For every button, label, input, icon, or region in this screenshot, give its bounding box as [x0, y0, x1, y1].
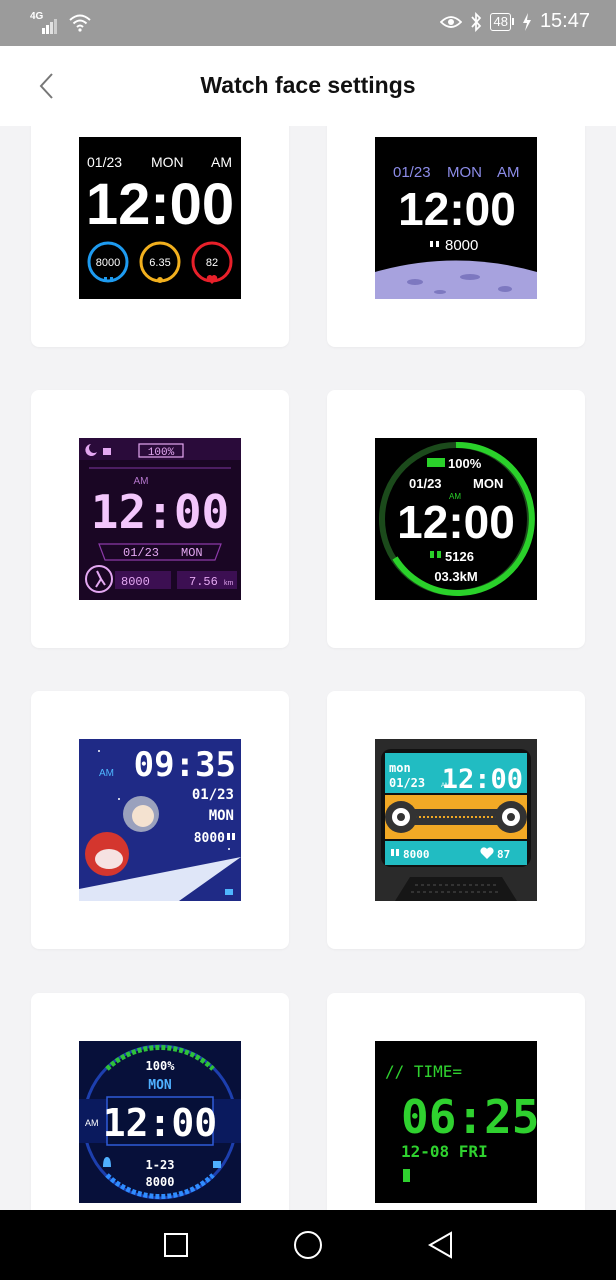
lock-icon — [103, 448, 111, 455]
face-distance: 03.3kM — [434, 569, 477, 584]
face-date: 01/23 — [123, 546, 159, 560]
face-time: 12:00 — [398, 183, 516, 235]
face-ampm: AM — [99, 768, 114, 779]
watch-face-card[interactable]: 100% MON AM 12:00 1-23 8000 — [31, 993, 289, 1210]
charging-icon — [522, 12, 531, 31]
watch-face-card[interactable]: // TIME= 06:25 12-08 FRI — [327, 993, 585, 1210]
face-day: mon — [389, 761, 411, 775]
face-date: 01/23 — [409, 476, 442, 491]
footprint-icon — [430, 551, 441, 558]
system-nav-bar — [0, 1210, 616, 1280]
face-steps: 8000 — [146, 1175, 175, 1189]
square-icon — [164, 1233, 188, 1257]
face-date: 01/23 — [87, 154, 122, 170]
face-ampm: AM — [85, 1118, 99, 1128]
heart-icon — [206, 275, 218, 284]
face-battery: 100% — [146, 1059, 176, 1073]
watch-face-card[interactable]: mon 01/23 AM 12:00 8000 87 — [327, 691, 585, 949]
location-icon — [157, 277, 163, 283]
lock-icon — [225, 889, 233, 895]
face-date: 1-23 — [146, 1158, 175, 1172]
watch-face-card[interactable]: 01/23 MON AM 12:00 8000 6.35 82 — [31, 126, 289, 347]
face-date: 01/23 — [192, 787, 234, 803]
face-label: // TIME= — [385, 1062, 462, 1081]
face-ampm: AM — [497, 164, 520, 181]
face-distance: 7.56 — [189, 575, 218, 589]
watch-face-card[interactable]: 100% 01/23 MON AM 12:00 5126 03.3kM — [327, 390, 585, 648]
moon-surface — [375, 260, 537, 299]
face-time: 12:00 — [103, 1101, 217, 1145]
circle-icon — [294, 1231, 322, 1259]
recents-button[interactable] — [156, 1225, 196, 1265]
app-header: Watch face settings — [0, 46, 616, 126]
face-steps: 8000 — [445, 237, 478, 254]
face-date: 01/23 — [389, 776, 425, 790]
lock-icon — [213, 1161, 221, 1168]
watch-face-card[interactable]: 01/23 MON AM 12:00 8000 — [327, 126, 585, 347]
face-day: MON — [151, 154, 184, 170]
status-bar: 4G 48 15:47 — [0, 0, 616, 46]
home-button[interactable] — [288, 1225, 328, 1265]
face-time: 12:00 — [91, 485, 229, 539]
battery-indicator: 48 — [490, 12, 514, 31]
watch-face-card[interactable]: 100% AM 12:00 01/23 MON 8000 7.56 km — [31, 390, 289, 648]
network-type: 4G — [30, 11, 44, 22]
face-battery: 100% — [148, 447, 175, 459]
face-steps: 8000 — [194, 831, 225, 846]
face-time: 12:00 — [397, 496, 515, 548]
system-back-button[interactable] — [420, 1225, 460, 1265]
watch-face-preview: 100% 01/23 MON AM 12:00 5126 03.3kM — [375, 438, 537, 600]
face-steps: 8000 — [403, 848, 430, 861]
face-time: 09:35 — [134, 745, 236, 785]
face-ampm: AM — [211, 154, 232, 170]
watch-face-preview: mon 01/23 AM 12:00 8000 87 — [375, 739, 537, 901]
face-time: 06:25 — [401, 1090, 537, 1144]
bluetooth-icon — [471, 11, 482, 32]
watch-face-preview: 100% MON AM 12:00 1-23 8000 — [79, 1041, 241, 1203]
cell-signal-icon: 4G — [30, 12, 58, 34]
face-day: MON — [209, 808, 234, 824]
battery-level: 48 — [490, 12, 511, 31]
face-time: 12:00 — [86, 172, 234, 237]
face-heart: 82 — [206, 257, 218, 269]
face-battery: 100% — [448, 456, 482, 471]
face-heart: 87 — [497, 848, 510, 861]
watch-face-preview: 01/23 MON AM 12:00 8000 6.35 82 — [79, 137, 241, 299]
watch-face-preview: 100% AM 12:00 01/23 MON 8000 7.56 km — [79, 438, 241, 600]
triangle-icon — [427, 1231, 452, 1259]
walking-icon — [85, 565, 113, 593]
watch-face-card[interactable]: AM 09:35 01/23 MON 8000 — [31, 691, 289, 949]
face-date: 12-08 FRI — [401, 1142, 488, 1161]
cursor-block — [403, 1169, 410, 1182]
face-day: MON — [181, 546, 203, 560]
wifi-icon — [69, 14, 91, 32]
face-steps: 8000 — [121, 575, 150, 589]
face-steps: 5126 — [445, 549, 474, 564]
face-day: MON — [447, 164, 482, 181]
eye-icon — [440, 15, 463, 28]
footprint-icon — [430, 241, 439, 247]
watch-face-grid: 01/23 MON AM 12:00 8000 6.35 82 01/23 MO… — [0, 126, 616, 1210]
bell-icon — [103, 1157, 111, 1167]
face-day: MON — [473, 476, 503, 491]
face-distance-unit: km — [224, 580, 234, 587]
face-steps: 8000 — [96, 257, 120, 269]
face-day: MON — [148, 1078, 172, 1093]
face-time: 12:00 — [442, 764, 523, 795]
watch-face-preview: 01/23 MON AM 12:00 8000 — [375, 137, 537, 299]
watch-face-preview: // TIME= 06:25 12-08 FRI — [375, 1041, 537, 1203]
page-title: Watch face settings — [200, 72, 416, 98]
battery-icon — [427, 458, 445, 467]
face-date: 01/23 — [393, 164, 431, 181]
face-distance: 6.35 — [149, 257, 170, 269]
watch-face-preview: AM 09:35 01/23 MON 8000 — [79, 739, 241, 901]
status-time: 15:47 — [539, 10, 590, 32]
